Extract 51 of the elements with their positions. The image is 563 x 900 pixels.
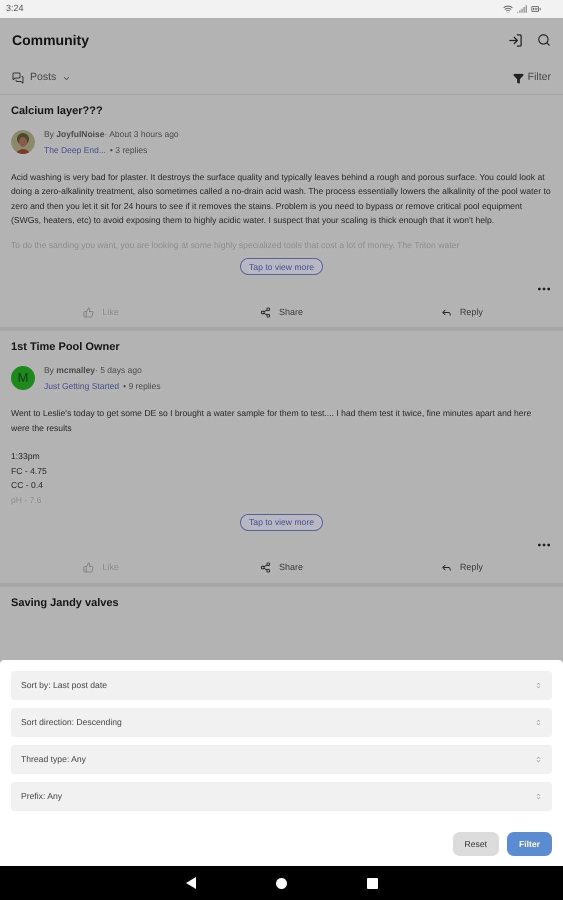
filter-icon [512,72,524,84]
back-icon[interactable] [186,877,196,889]
forum-link[interactable]: The Deep End... [44,142,106,158]
reply-button[interactable]: Reply [372,560,552,574]
chat-icon [12,72,24,84]
share-button[interactable]: Share [191,306,372,320]
post-meta: By mcmalley· 5 days ago [44,364,143,377]
posts-dropdown[interactable]: Posts [12,70,72,86]
filter-apply-button[interactable]: Filter [506,832,552,856]
post-title[interactable]: 1st Time Pool Owner [11,339,552,356]
select-field[interactable]: Sort direction: Descending [11,708,552,737]
app-title: Community [12,30,89,50]
share-button[interactable]: Share [191,560,372,574]
like-icon [83,562,94,574]
reply-icon [440,306,452,318]
post-line: CC - 0.4 [11,479,44,492]
reply-count: • 9 replies [123,380,161,393]
view-more-button[interactable]: Tap to view more [240,258,323,276]
search-icon[interactable] [537,33,551,47]
post-meta: By JoyfulNoise· About 3 hours ago [44,128,179,141]
filter-button[interactable]: Filter [512,70,551,86]
battery-icon [531,4,541,14]
avatar-letter: M [18,369,28,388]
signal-icon [517,4,527,14]
reply-button[interactable]: Reply [372,306,552,320]
wifi-icon [503,4,513,14]
updown-icon [535,756,542,763]
post-title[interactable]: Calcium layer??? [11,103,552,120]
updown-icon [535,793,542,800]
reset-button[interactable]: Reset [452,832,499,856]
like-icon [83,306,94,318]
updown-icon [535,682,542,689]
status-time: 3:24 [6,2,24,16]
post-body: Went to Leslie's today to get some DE so I brought a water sample for them to test.... I had them test it twice, fine minutes apart and here were the results [11,406,532,435]
select-field[interactable]: Thread type: Any [11,745,552,774]
post-line: 1:33pm [11,450,41,464]
share-icon [260,562,271,574]
login-icon[interactable] [508,32,523,48]
select-field[interactable]: Prefix: Any [11,782,552,811]
select-field[interactable]: Sort by: Last post date [11,671,552,700]
post-line: FC - 4.75 [11,464,48,478]
post-body: Acid washing is very bad for plaster. It destroys the surface quality and typically leaves behind a rough and porous surface. You could look at doing a zero-alkalinity treatment, also sometimes called a no-drain acid wash. The process essentially lowers the alkalinity of the pool water to zero and then you let it sit for 24 hours to see if it removes the stains. Problem is you need to bypass or remove critical pool equipment (SWGs, heaters, etc) to avoid exposing them to highly acidic water. I suspect that your scaling is thick enough that it won't help. [11,170,552,228]
home-icon[interactable] [276,878,286,888]
share-icon [260,306,271,318]
forum-link[interactable]: Just Getting Started [44,378,120,394]
recents-icon[interactable] [366,878,378,888]
reply-icon [440,562,452,574]
view-more-button[interactable]: Tap to view more [240,514,323,531]
updown-icon [535,719,542,726]
reply-count: • 3 replies [110,144,148,157]
post-title[interactable]: Saving Jandy valves [11,594,552,612]
